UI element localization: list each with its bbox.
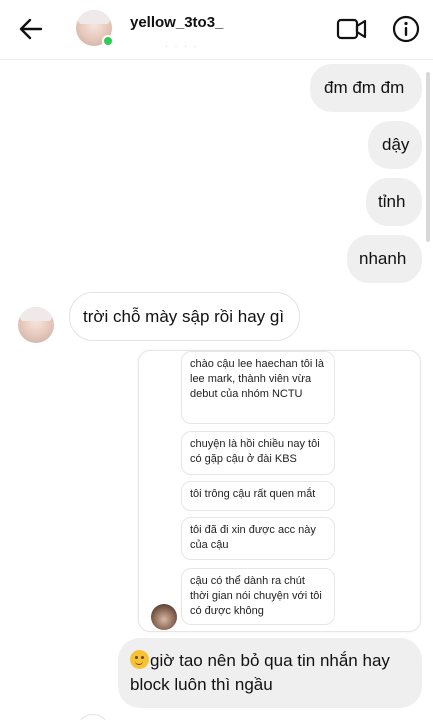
chat-header: yellow_3to3_ · · · · bbox=[0, 0, 433, 60]
shared-sender-avatar bbox=[151, 604, 177, 630]
sender-avatar[interactable] bbox=[18, 307, 54, 343]
shared-message: chuyện là hồi chiều nay tôi có gặp cậu ở… bbox=[181, 431, 335, 475]
info-icon[interactable] bbox=[392, 15, 420, 43]
outgoing-message[interactable]: nhanh bbox=[347, 235, 422, 283]
contact-subtext: · · · · bbox=[165, 41, 199, 51]
back-arrow-icon[interactable] bbox=[18, 16, 44, 42]
outgoing-message[interactable]: giờ tao nên bỏ qua tin nhắn hay block lu… bbox=[118, 638, 422, 708]
shared-message: chào cậu lee haechan tôi là lee mark, th… bbox=[181, 351, 335, 424]
outgoing-message[interactable]: tỉnh bbox=[366, 178, 422, 226]
outgoing-message[interactable]: dậy bbox=[368, 121, 422, 169]
contact-avatar[interactable] bbox=[76, 10, 114, 47]
message-text: giờ tao nên bỏ qua tin nhắn hay block lu… bbox=[130, 651, 390, 694]
video-call-icon[interactable] bbox=[336, 16, 368, 42]
shared-message: cậu có thể dành ra chút thời gian nói ch… bbox=[181, 568, 335, 625]
scrollbar[interactable] bbox=[426, 72, 430, 242]
shared-screenshot-card[interactable]: chào cậu lee haechan tôi là lee mark, th… bbox=[138, 350, 421, 632]
partial-avatar bbox=[76, 714, 110, 720]
online-status-dot bbox=[102, 35, 114, 47]
shared-message: tôi đã đi xin được acc này của cậu bbox=[181, 517, 335, 560]
incoming-message[interactable]: trời chỗ mày sập rồi hay gì bbox=[69, 292, 300, 341]
shared-message: tôi trông cậu rất quen mắt bbox=[181, 481, 335, 511]
smiling-face-icon bbox=[130, 650, 149, 669]
contact-username[interactable]: yellow_3to3_ bbox=[130, 14, 223, 31]
outgoing-message[interactable]: đm đm đm bbox=[310, 64, 422, 112]
